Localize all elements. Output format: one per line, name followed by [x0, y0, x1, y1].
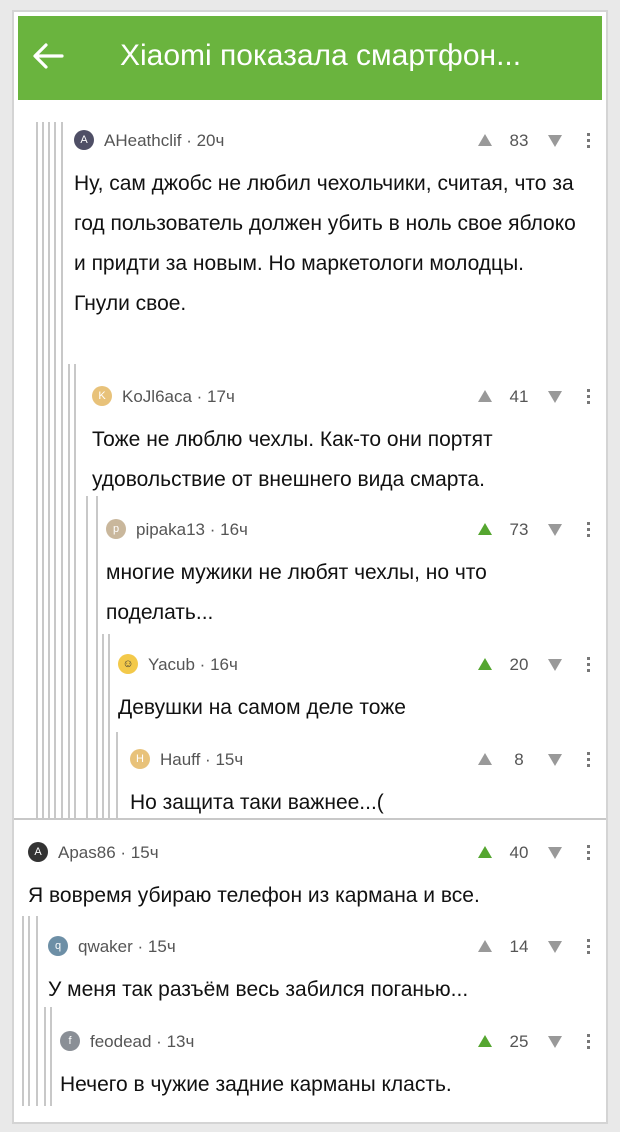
thread-line — [36, 916, 38, 1106]
comment-meta: H Hauff · 15ч 8 — [130, 747, 598, 771]
upvote-icon[interactable] — [478, 940, 492, 952]
comment-text: Девушки на самом деле тоже — [118, 696, 406, 719]
comment-author[interactable]: AHeathclif · 20ч — [104, 131, 224, 151]
comment-text: Я вовремя убираю телефон из кармана и вс… — [28, 884, 480, 907]
thread-line — [116, 732, 118, 818]
thread-line — [74, 364, 76, 818]
more-options-icon[interactable] — [587, 389, 590, 404]
thread-line — [54, 122, 56, 818]
downvote-icon[interactable] — [548, 941, 562, 953]
comment-text: Нечего в чужие задние карманы класть. — [60, 1073, 452, 1096]
downvote-icon[interactable] — [548, 754, 562, 766]
comment-meta: A Apas86 · 15ч 40 — [28, 840, 598, 864]
comment-text: У меня так разъём весь забился поганью..… — [48, 978, 469, 1001]
thread-line — [50, 1007, 52, 1106]
comment: f feodead · 13ч 25 Нечего в чужие задние… — [60, 1029, 598, 1099]
thread-line — [102, 634, 104, 818]
thread-line — [48, 122, 50, 818]
downvote-icon[interactable] — [548, 135, 562, 147]
comment-author[interactable]: qwaker · 15ч — [78, 937, 176, 957]
downvote-icon[interactable] — [548, 1036, 562, 1048]
avatar[interactable]: A — [74, 130, 94, 150]
vote-count: 83 — [509, 131, 529, 150]
app-bar: Xiaomi показала смартфон... — [18, 16, 602, 100]
downvote-icon[interactable] — [548, 659, 562, 671]
vote-count: 25 — [509, 1032, 529, 1051]
thread-line — [108, 634, 110, 818]
comment: A AHeathclif · 20ч 83 Ну, сам джобс не л… — [74, 128, 598, 348]
thread-line — [44, 1007, 46, 1106]
comment-text: Тоже не люблю чехлы. Как-то они портят у… — [92, 428, 493, 491]
comment-text: Ну, сам джобс не любил чехольчики, счита… — [74, 172, 576, 315]
app-window: Xiaomi показала смартфон... A AHeathclif… — [12, 10, 608, 1124]
more-options-icon[interactable] — [587, 939, 590, 954]
page-title: Xiaomi показала смартфон... — [120, 39, 522, 72]
upvote-icon[interactable] — [478, 390, 492, 402]
comment-author[interactable]: Apas86 · 15ч — [58, 843, 159, 863]
vote-count: 20 — [509, 655, 529, 674]
more-options-icon[interactable] — [587, 522, 590, 537]
comment-author[interactable]: KoJl6aca · 17ч — [122, 387, 235, 407]
thread-line — [68, 364, 70, 818]
thread-line — [36, 122, 38, 818]
thread-line — [86, 496, 88, 818]
vote-count: 40 — [509, 843, 529, 862]
more-options-icon[interactable] — [587, 133, 590, 148]
vote-count: 41 — [509, 387, 529, 406]
avatar[interactable]: q — [48, 936, 68, 956]
comment-meta: q qwaker · 15ч 14 — [48, 934, 598, 958]
thread-line — [42, 122, 44, 818]
comment: A Apas86 · 15ч 40 Я вовремя убираю телеф… — [28, 840, 598, 910]
comment: H Hauff · 15ч 8 Но защита таки важнее...… — [130, 747, 598, 817]
thread-line — [28, 916, 30, 1106]
downvote-icon[interactable] — [548, 524, 562, 536]
upvote-icon[interactable] — [478, 658, 492, 670]
more-options-icon[interactable] — [587, 1034, 590, 1049]
downvote-icon[interactable] — [548, 847, 562, 859]
upvote-icon[interactable] — [478, 134, 492, 146]
comment-author[interactable]: Hauff · 15ч — [160, 750, 243, 770]
upvote-icon[interactable] — [478, 1035, 492, 1047]
comment-meta: f feodead · 13ч 25 — [60, 1029, 598, 1053]
upvote-icon[interactable] — [478, 523, 492, 535]
thread-line — [96, 496, 98, 818]
more-options-icon[interactable] — [587, 657, 590, 672]
comment-text: многие мужики не любят чехлы, но что под… — [106, 561, 487, 624]
avatar[interactable]: A — [28, 842, 48, 862]
comment-meta: A AHeathclif · 20ч 83 — [74, 128, 598, 152]
upvote-icon[interactable] — [478, 846, 492, 858]
thread-line — [22, 916, 24, 1106]
downvote-icon[interactable] — [548, 391, 562, 403]
avatar[interactable]: H — [130, 749, 150, 769]
avatar[interactable]: K — [92, 386, 112, 406]
comment-meta: p pipaka13 · 16ч 73 — [106, 517, 598, 541]
comment-author[interactable]: pipaka13 · 16ч — [136, 520, 248, 540]
more-options-icon[interactable] — [587, 845, 590, 860]
more-options-icon[interactable] — [587, 752, 590, 767]
upvote-icon[interactable] — [478, 753, 492, 765]
vote-count: 73 — [509, 520, 529, 539]
vote-count: 14 — [509, 937, 529, 956]
back-arrow-icon[interactable] — [28, 36, 68, 76]
avatar[interactable]: f — [60, 1031, 80, 1051]
comment-author[interactable]: feodead · 13ч — [90, 1032, 194, 1052]
comment: p pipaka13 · 16ч 73 многие мужики не люб… — [106, 517, 598, 627]
comment: K KoJl6aca · 17ч 41 Тоже не люблю чехлы.… — [92, 384, 598, 494]
vote-count: 8 — [514, 750, 524, 769]
comment-author[interactable]: Yacub · 16ч — [148, 655, 238, 675]
comment-meta: K KoJl6aca · 17ч 41 — [92, 384, 598, 408]
comment: q qwaker · 15ч 14 У меня так разъём весь… — [48, 934, 598, 1004]
avatar[interactable]: ☺ — [118, 654, 138, 674]
comment-meta: ☺ Yacub · 16ч 20 — [118, 652, 598, 676]
comment-text: Но защита таки важнее...( — [130, 791, 384, 814]
comment: ☺ Yacub · 16ч 20 Девушки на самом деле т… — [118, 652, 598, 732]
avatar[interactable]: p — [106, 519, 126, 539]
thread-line — [61, 122, 63, 818]
